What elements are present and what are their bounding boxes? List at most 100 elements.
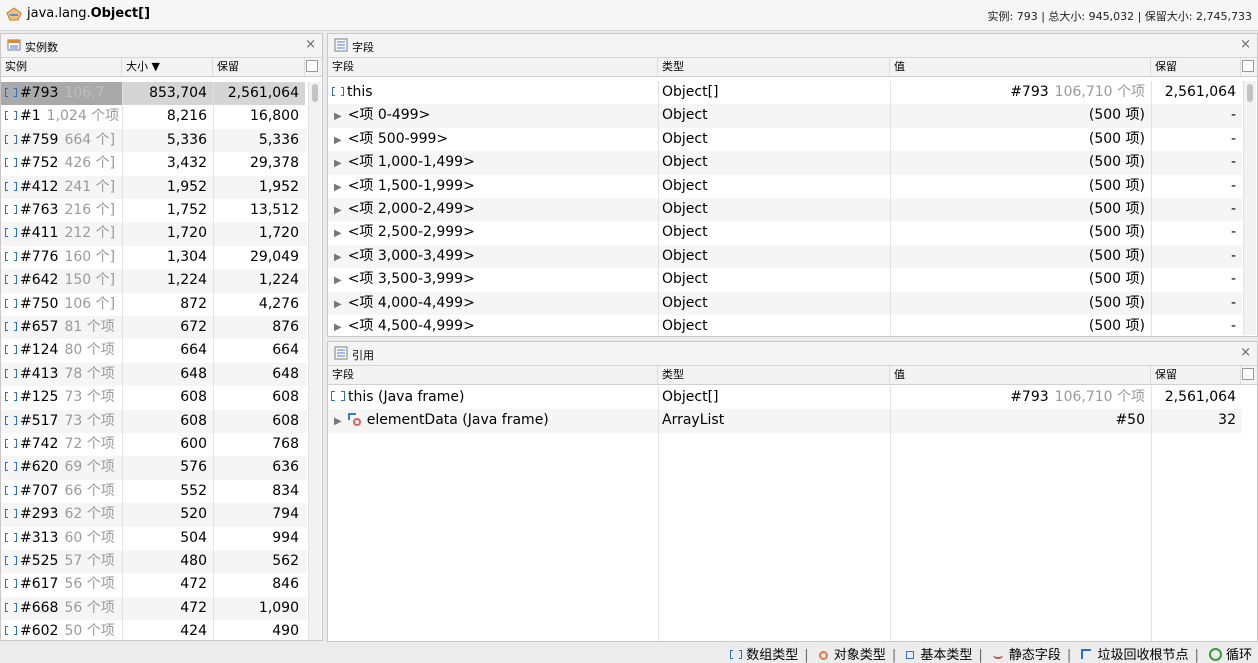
col-field[interactable]: 字段 bbox=[328, 58, 658, 76]
field-row[interactable]: ▶ <项 3,000-3,499> Object (500 项) - bbox=[328, 244, 1242, 269]
field-retained-cell: - bbox=[1151, 198, 1242, 221]
column-divider bbox=[890, 81, 891, 335]
field-retained-cell: - bbox=[1151, 104, 1242, 127]
expand-arrow-icon[interactable]: ▶ bbox=[334, 275, 342, 286]
expand-arrow-icon[interactable]: ▶ bbox=[334, 299, 342, 310]
instances-scrollbar[interactable] bbox=[308, 82, 321, 640]
instance-row[interactable]: #793 106,7 853,704 2,561,064 bbox=[1, 82, 307, 105]
col-type[interactable]: 类型 bbox=[658, 58, 890, 76]
instance-size: 3,432 bbox=[166, 155, 207, 172]
field-row[interactable]: ▶ <项 2,500-2,999> Object (500 项) - bbox=[328, 221, 1242, 244]
field-row[interactable]: ▶ <项 1,000-1,499> Object (500 项) - bbox=[328, 151, 1242, 175]
expand-arrow-icon[interactable]: ▶ bbox=[334, 158, 342, 169]
field-type-cell: Object[] bbox=[658, 81, 890, 104]
field-value: (500 项) bbox=[1088, 224, 1145, 241]
instance-row[interactable]: #657 81 个项 672 876 bbox=[1, 316, 307, 340]
ref-col-field[interactable]: 字段 bbox=[328, 366, 658, 384]
field-row[interactable]: ▶ <项 2,000-2,499> Object (500 项) - bbox=[328, 198, 1242, 222]
instance-row[interactable]: #1 1,024 个项 8,216 16,800 bbox=[1, 105, 307, 128]
class-icon bbox=[6, 7, 22, 21]
instance-row[interactable]: #125 73 个项 608 608 bbox=[1, 386, 307, 409]
col-retained[interactable]: 保留 bbox=[213, 58, 305, 76]
expand-arrow-icon[interactable]: ▶ bbox=[334, 322, 342, 333]
instance-size: 472 bbox=[180, 599, 207, 616]
this-row[interactable]: this (Java frame) Object[] #793 106,710 个项 2… bbox=[328, 386, 1242, 409]
instance-row[interactable]: #412 241 个] 1,952 1,952 bbox=[1, 175, 307, 199]
col-size[interactable]: 大小 ▼ bbox=[122, 58, 213, 76]
col-instance[interactable]: 实例 bbox=[1, 58, 122, 76]
size-cell: 608 bbox=[122, 386, 213, 409]
instance-count: 80 个项 bbox=[64, 342, 115, 359]
instance-row[interactable]: #750 106 个] 872 4,276 bbox=[1, 293, 307, 316]
ref-col-retained[interactable]: 保留 bbox=[1151, 366, 1241, 384]
field-type-cell: Object bbox=[658, 104, 890, 127]
instance-row[interactable]: #620 69 个项 576 636 bbox=[1, 456, 307, 480]
instance-size: 520 bbox=[180, 506, 207, 523]
instance-row[interactable]: #707 66 个项 552 834 bbox=[1, 480, 307, 503]
instance-retained: 1,952 bbox=[258, 178, 299, 195]
retained-cell: 5,336 bbox=[213, 129, 305, 152]
retained-cell: 562 bbox=[213, 550, 305, 573]
class-title: java.lang.Object[] bbox=[27, 6, 150, 21]
expand-arrow-icon[interactable]: ▶ bbox=[334, 416, 342, 427]
col-value[interactable]: 值 bbox=[890, 58, 1151, 76]
instance-row[interactable]: #752 426 个] 3,432 29,378 bbox=[1, 152, 307, 175]
instance-retained: 636 bbox=[272, 459, 299, 476]
fields-close-icon[interactable]: × bbox=[1240, 37, 1251, 52]
instance-id: #525 bbox=[20, 553, 59, 569]
ref-col-value[interactable]: 值 bbox=[890, 366, 1151, 384]
field-row[interactable]: ▶ elementData (Java frame) ArrayList #50 32 bbox=[328, 409, 1242, 433]
field-row[interactable]: ▶ <项 1,500-1,999> Object (500 项) - bbox=[328, 175, 1242, 198]
field-row[interactable]: ▶ <项 4,000-4,499> Object (500 项) - bbox=[328, 291, 1242, 315]
instance-row[interactable]: #525 57 个项 480 562 bbox=[1, 550, 307, 574]
instance-row[interactable]: #742 72 个项 600 768 bbox=[1, 433, 307, 456]
expand-arrow-icon[interactable]: ▶ bbox=[334, 252, 342, 263]
instance-row[interactable]: #293 62 个项 520 794 bbox=[1, 503, 307, 527]
instance-row[interactable]: #642 150 个] 1,224 1,224 bbox=[1, 269, 307, 293]
instance-row[interactable]: #124 80 个项 664 664 bbox=[1, 339, 307, 362]
fields-list: this Object[] #793 106,710 个项 2,561,064 ▶ <项 0… bbox=[328, 81, 1242, 335]
instance-row[interactable]: #602 50 个项 424 490 bbox=[1, 620, 307, 640]
column-divider bbox=[1151, 81, 1152, 335]
instance-row[interactable]: #776 160 个] 1,304 29,049 bbox=[1, 246, 307, 269]
ref-col-type[interactable]: 类型 bbox=[658, 366, 890, 384]
col-field-retained[interactable]: 保留 bbox=[1151, 58, 1241, 76]
column-chooser-button[interactable] bbox=[306, 60, 318, 72]
fields-column-chooser-button[interactable] bbox=[1242, 60, 1254, 72]
instance-row[interactable]: #413 78 个项 648 648 bbox=[1, 362, 307, 387]
expand-arrow-icon[interactable]: ▶ bbox=[334, 205, 342, 216]
instance-size: 853,704 bbox=[149, 85, 207, 101]
instance-id: #759 bbox=[20, 131, 59, 148]
expand-arrow-icon[interactable]: ▶ bbox=[334, 228, 342, 239]
fields-scroll-thumb[interactable] bbox=[1247, 84, 1253, 102]
field-row[interactable]: ▶ <项 500-999> Object (500 项) - bbox=[328, 128, 1242, 151]
instance-row[interactable]: #313 60 个项 504 994 bbox=[1, 527, 307, 550]
instance-row[interactable]: #411 212 个] 1,720 1,720 bbox=[1, 222, 307, 246]
references-column-chooser-button[interactable] bbox=[1242, 368, 1254, 380]
instance-row[interactable]: #517 73 个项 608 608 bbox=[1, 409, 307, 433]
instance-count: 66 个项 bbox=[64, 482, 115, 499]
retained-cell: 876 bbox=[213, 316, 305, 339]
field-value-cell: (500 项) bbox=[890, 268, 1151, 291]
expand-arrow-icon[interactable]: ▶ bbox=[334, 135, 342, 146]
field-value: (500 项) bbox=[1088, 294, 1145, 311]
field-type-cell: Object bbox=[658, 128, 890, 151]
expand-arrow-icon[interactable]: ▶ bbox=[334, 111, 342, 122]
field-row[interactable]: ▶ <项 0-499> Object (500 项) - bbox=[328, 104, 1242, 128]
instance-count: 60 个项 bbox=[64, 529, 115, 546]
instance-row[interactable]: #763 216 个] 1,752 13,512 bbox=[1, 199, 307, 222]
expand-arrow-icon[interactable]: ▶ bbox=[334, 182, 342, 193]
field-row[interactable]: ▶ <项 4,500-4,999> Object (500 项) - bbox=[328, 315, 1242, 335]
references-close-icon[interactable]: × bbox=[1240, 345, 1251, 360]
instances-close-icon[interactable]: × bbox=[305, 37, 316, 52]
instance-row[interactable]: #759 664 个] 5,336 5,336 bbox=[1, 128, 307, 153]
fields-scrollbar[interactable] bbox=[1243, 81, 1256, 335]
instances-scroll-thumb[interactable] bbox=[312, 84, 318, 102]
instance-row[interactable]: #668 56 个项 472 1,090 bbox=[1, 596, 307, 621]
field-row[interactable]: ▶ <项 3,500-3,999> Object (500 项) - bbox=[328, 268, 1242, 291]
array-type-icon bbox=[5, 322, 17, 332]
field-name-cell: ▶ elementData (Java frame) bbox=[328, 409, 658, 432]
instance-id: #313 bbox=[20, 529, 59, 546]
instance-row[interactable]: #617 56 个项 472 846 bbox=[1, 573, 307, 596]
this-row[interactable]: this Object[] #793 106,710 个项 2,561,064 bbox=[328, 81, 1242, 104]
